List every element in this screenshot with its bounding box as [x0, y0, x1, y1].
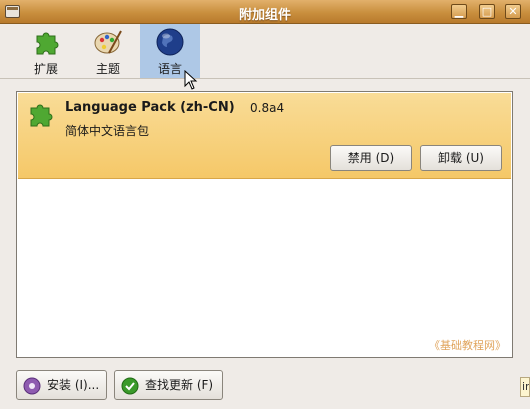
check-icon	[121, 377, 139, 395]
tab-extensions-label: 扩展	[33, 62, 58, 76]
tab-themes[interactable]: 主题	[78, 24, 138, 78]
install-button[interactable]: 安装 (I)...	[16, 370, 107, 400]
maximize-button[interactable]: □	[479, 4, 495, 19]
addon-item-language-pack[interactable]: Language Pack (zh-CN) 0.8a4 简体中文语言包 禁用 (…	[18, 93, 511, 179]
tab-extensions[interactable]: 扩展	[16, 24, 76, 78]
addon-description: 简体中文语言包	[65, 124, 150, 138]
addon-version: 0.8a4	[250, 101, 285, 115]
corner-fragment: ir	[520, 377, 530, 397]
close-button[interactable]: ✕	[505, 4, 521, 19]
find-updates-label: 查找更新 (F)	[145, 378, 214, 392]
minimize-button[interactable]: ▁	[451, 4, 467, 19]
addon-list[interactable]: Language Pack (zh-CN) 0.8a4 简体中文语言包 禁用 (…	[16, 91, 513, 358]
category-toolbar: 扩展 主题 语言	[0, 24, 530, 79]
watermark: 《基础教程网》	[429, 339, 506, 352]
addon-name: Language Pack (zh-CN)	[65, 100, 235, 115]
mouse-cursor-icon	[184, 70, 198, 90]
tab-themes-label: 主题	[95, 62, 120, 76]
find-updates-button[interactable]: 查找更新 (F)	[114, 370, 223, 400]
uninstall-button[interactable]: 卸载 (U)	[420, 145, 502, 171]
palette-icon	[94, 30, 122, 54]
install-label: 安装 (I)...	[47, 378, 100, 392]
puzzle-icon	[30, 104, 53, 127]
globe-icon	[156, 28, 184, 56]
install-icon	[23, 377, 41, 395]
title-bar[interactable]: 附加组件 ▁ □ ✕	[0, 0, 530, 24]
disable-button[interactable]: 禁用 (D)	[330, 145, 412, 171]
puzzle-icon	[36, 32, 59, 55]
